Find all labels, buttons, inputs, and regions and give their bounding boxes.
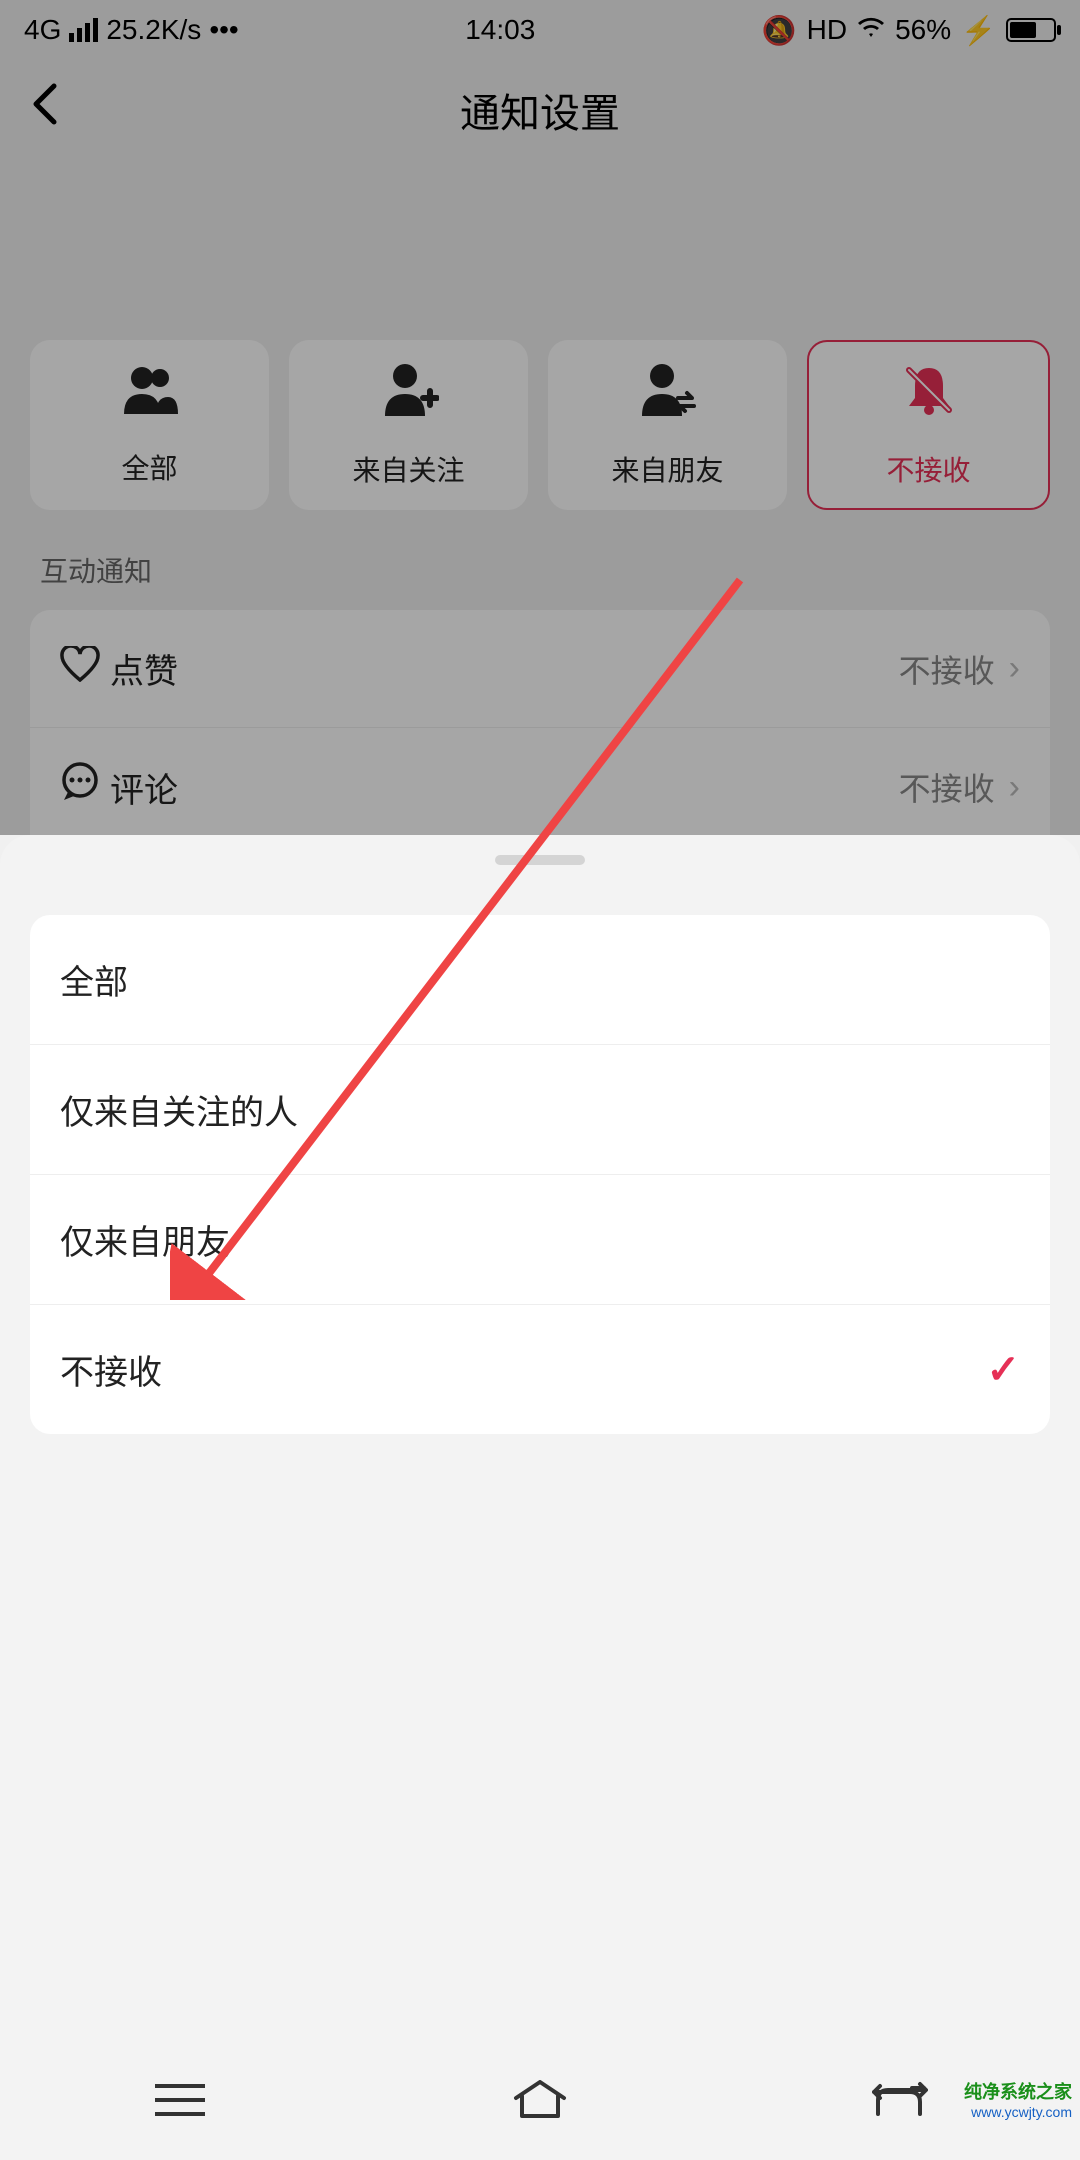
sheet-handle[interactable]	[495, 855, 585, 865]
card-label: 不接收	[886, 449, 970, 489]
back-button[interactable]	[870, 2070, 930, 2130]
row-comment[interactable]: 评论 不接收 ›	[30, 728, 1050, 847]
dnd-icon: 🔕	[762, 14, 797, 47]
network-speed: 25.2K/s	[106, 14, 201, 46]
card-label: 来自关注	[352, 449, 464, 489]
option-label: 仅来自关注的人	[60, 1085, 298, 1134]
charging-icon: ⚡	[961, 14, 996, 47]
battery-percent: 56%	[895, 14, 951, 46]
more-icon: •••	[209, 14, 238, 46]
signal-icon	[69, 18, 98, 42]
user-exchange-icon	[638, 362, 698, 431]
option-label: 全部	[60, 955, 128, 1004]
card-follow[interactable]: 来自关注	[289, 340, 528, 510]
option-all[interactable]: 全部	[30, 915, 1050, 1045]
card-none[interactable]: 不接收	[807, 340, 1050, 510]
card-label: 全部	[121, 447, 177, 487]
card-label: 来自朋友	[611, 449, 723, 489]
quick-cards-row: 全部 来自关注 来自朋友 不接收	[0, 340, 1080, 510]
watermark-line2: www.ycwjty.com	[964, 2104, 1072, 2120]
chevron-right-icon: ›	[1009, 649, 1020, 688]
row-label: 点赞	[110, 644, 899, 693]
status-bar: 4G 25.2K/s ••• 14:03 🔕 HD 56% ⚡	[0, 0, 1080, 60]
row-like[interactable]: 点赞 不接收 ›	[30, 610, 1050, 728]
wifi-icon	[857, 14, 885, 46]
option-none[interactable]: 不接收 ✓	[30, 1305, 1050, 1434]
option-friends[interactable]: 仅来自朋友	[30, 1175, 1050, 1305]
option-label: 仅来自朋友	[60, 1215, 230, 1264]
watermark: 纯净系统之家 www.ycwjty.com	[964, 2078, 1072, 2120]
nav-header: 通知设置	[0, 60, 1080, 160]
back-icon	[872, 2080, 928, 2120]
menu-icon	[155, 2084, 205, 2116]
battery-icon	[1006, 18, 1056, 42]
row-label: 评论	[110, 763, 899, 812]
card-friends[interactable]: 来自朋友	[548, 340, 787, 510]
check-icon: ✓	[986, 1347, 1020, 1393]
system-nav-bar	[0, 2040, 1080, 2160]
option-follow[interactable]: 仅来自关注的人	[30, 1045, 1050, 1175]
user-plus-icon	[379, 362, 439, 431]
hd-indicator: HD	[807, 14, 847, 46]
comment-icon	[60, 762, 110, 812]
back-icon[interactable]	[30, 82, 58, 138]
watermark-line1: 纯净系统之家	[964, 2082, 1072, 2102]
home-button[interactable]	[510, 2070, 570, 2130]
bottom-sheet: 全部 仅来自关注的人 仅来自朋友 不接收 ✓	[0, 835, 1080, 2160]
recents-button[interactable]	[150, 2070, 210, 2130]
chevron-right-icon: ›	[1009, 768, 1020, 807]
row-value: 不接收	[899, 764, 995, 810]
section-label: 互动通知	[0, 510, 1080, 610]
status-time: 14:03	[465, 14, 535, 46]
background-content: 4G 25.2K/s ••• 14:03 🔕 HD 56% ⚡ 通知设置	[0, 0, 1080, 835]
page-title: 通知设置	[460, 81, 620, 139]
home-icon	[512, 2080, 568, 2120]
users-icon	[120, 364, 180, 429]
heart-icon	[60, 646, 110, 692]
option-label: 不接收	[60, 1345, 162, 1394]
bell-off-icon	[901, 362, 957, 431]
row-value: 不接收	[899, 646, 995, 692]
card-all[interactable]: 全部	[30, 340, 269, 510]
sheet-options: 全部 仅来自关注的人 仅来自朋友 不接收 ✓	[30, 915, 1050, 1434]
network-type: 4G	[24, 14, 61, 46]
